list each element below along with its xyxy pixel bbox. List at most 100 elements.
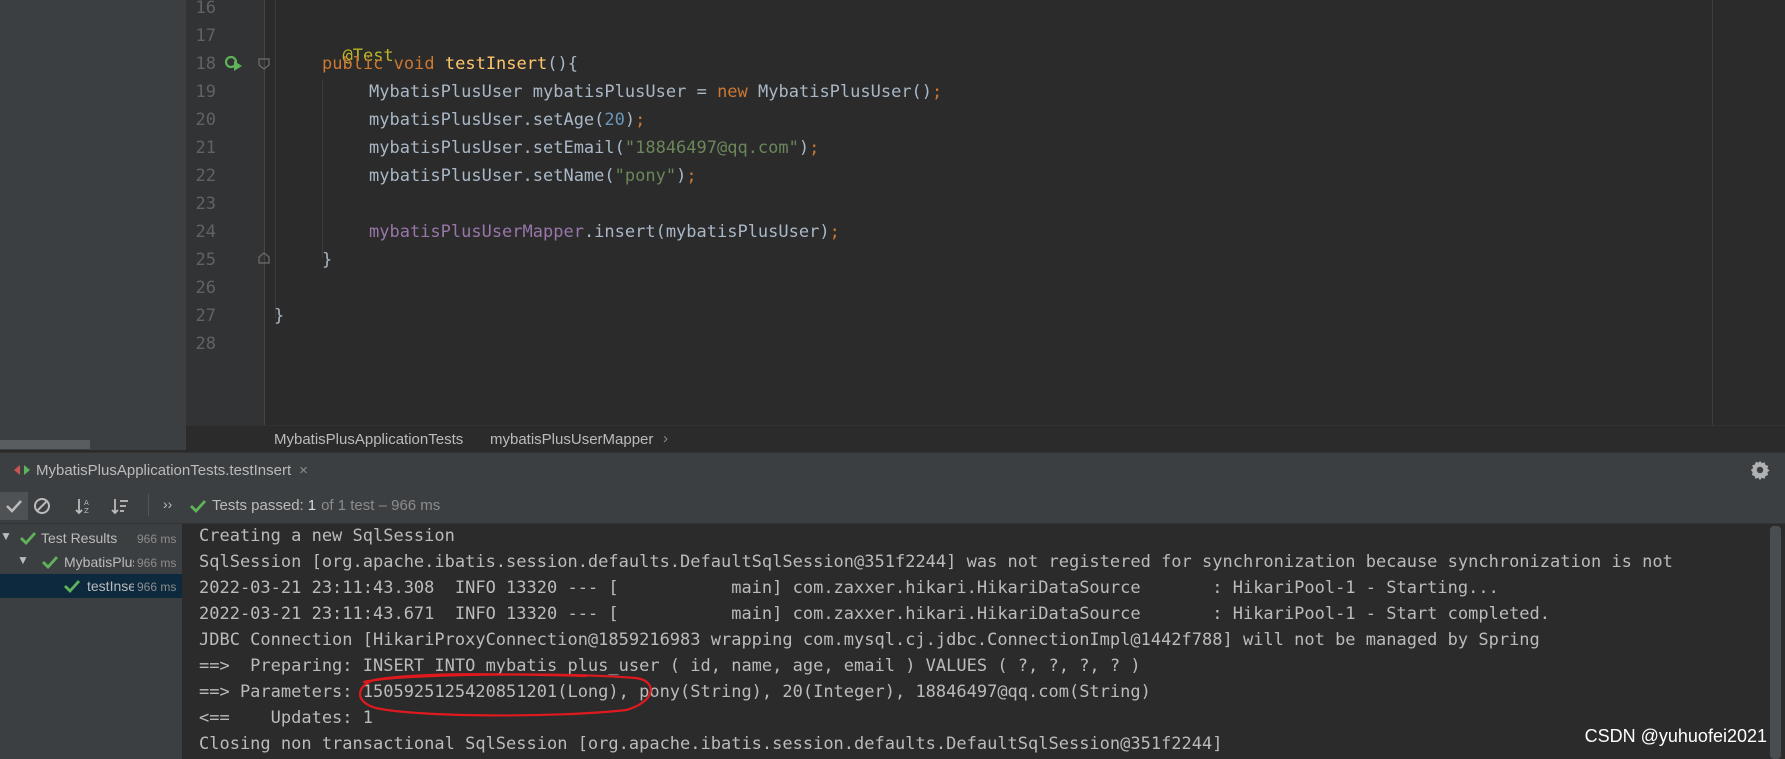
tree-item-time: 966 ms xyxy=(137,556,177,570)
passed-check-icon xyxy=(20,532,36,545)
sort-duration-icon xyxy=(111,499,128,515)
console-line: 2022-03-21 23:11:43.308 INFO 13320 --- [… xyxy=(199,578,1499,598)
line-number: 24 xyxy=(195,222,216,242)
closing-brace: } xyxy=(322,250,333,270)
console-line: ==> Parameters: 1505925125420851201(Long… xyxy=(199,682,1151,702)
console-line: ==> Preparing: INSERT INTO mybatis_plus_… xyxy=(199,656,1141,676)
console-line: Closing non transactional SqlSession [or… xyxy=(199,734,1223,754)
project-panel-scrollbar[interactable] xyxy=(0,440,90,449)
code-line-18[interactable]: public void testInsert(){ xyxy=(322,54,578,74)
sort-alphabetically-button[interactable]: AZ xyxy=(70,492,98,520)
expand-arrow-icon[interactable]: ▼ xyxy=(17,553,29,567)
tree-item-test-class[interactable]: ▼ MybatisPlusApplicationTests 966 ms xyxy=(0,550,182,574)
show-ignored-button[interactable] xyxy=(28,492,56,520)
indent-guide xyxy=(322,80,323,258)
passed-check-icon xyxy=(64,580,80,593)
punctuation: ) xyxy=(624,110,636,130)
code-line-22[interactable]: mybatisPlusUser.setName("pony"); xyxy=(369,166,697,186)
line-number: 26 xyxy=(195,278,216,298)
variable-name: mybatisPlusUser xyxy=(532,82,687,102)
tree-item-label: testInsert xyxy=(87,578,134,594)
operator: = xyxy=(696,82,707,102)
status-count: 1 xyxy=(307,497,317,514)
watermark: CSDN @yuhuofei2021 xyxy=(1584,726,1767,746)
console-line: Creating a new SqlSession xyxy=(199,526,455,546)
semicolon: ; xyxy=(829,222,840,242)
line-number: 18 xyxy=(195,54,216,74)
line-number: 27 xyxy=(195,306,216,326)
run-tab[interactable]: MybatisPlusApplicationTests.testInsert × xyxy=(0,453,308,488)
console-scrollbar-thumb[interactable] xyxy=(1770,526,1781,759)
run-test-icon[interactable] xyxy=(224,54,244,72)
console-line: SqlSession [org.apache.ibatis.session.de… xyxy=(199,552,1673,572)
breadcrumb-class[interactable]: MybatisPlusApplicationTests xyxy=(274,431,463,448)
breadcrumb-member[interactable]: mybatisPlusUserMapper xyxy=(490,431,653,448)
sort-by-duration-button[interactable] xyxy=(106,492,134,520)
punctuation: ) xyxy=(798,138,810,158)
more-actions-button[interactable]: ›› xyxy=(163,496,172,512)
close-icon[interactable]: × xyxy=(299,462,308,479)
closing-brace: } xyxy=(274,306,285,326)
tree-item-label: MybatisPlusApplicationTests xyxy=(64,554,134,570)
console-output[interactable]: Creating a new SqlSession SqlSession [or… xyxy=(183,524,1768,759)
semicolon: ; xyxy=(686,166,697,186)
keyword: new xyxy=(717,82,748,102)
tree-item-test-method[interactable]: testInsert 966 ms xyxy=(0,574,182,598)
line-number: 23 xyxy=(195,194,216,214)
console-line: <== Updates: 1 xyxy=(199,708,373,728)
test-runner-toolbar: AZ ›› Tests passed: 1 of 1 test – 966 ms xyxy=(0,488,1785,524)
code-line-21[interactable]: mybatisPlusUser.setEmail("18846497@qq.co… xyxy=(369,138,819,158)
check-icon xyxy=(6,500,22,513)
method-call: .insert(mybatisPlusUser) xyxy=(583,222,830,242)
code-line-25[interactable]: } xyxy=(322,250,332,270)
passed-check-icon xyxy=(42,556,58,569)
breadcrumb: MybatisPlusApplicationTests › mybatisPlu… xyxy=(186,425,1785,453)
test-results-tree: ▼ Test Results 966 ms ▼ MybatisPlusAppli… xyxy=(0,524,182,759)
method-call: mybatisPlusUser.setAge( xyxy=(369,110,605,130)
punctuation: ) xyxy=(676,166,687,186)
line-number: 19 xyxy=(195,82,216,102)
line-number: 28 xyxy=(195,334,216,354)
type-name: MybatisPlusUser xyxy=(369,82,523,102)
code-line-20[interactable]: mybatisPlusUser.setAge(20); xyxy=(369,110,645,130)
code-line-24[interactable]: mybatisPlusUserMapper.insert(mybatisPlus… xyxy=(369,222,840,242)
gear-icon[interactable] xyxy=(1749,459,1771,481)
passed-check-icon xyxy=(190,499,206,513)
expand-arrow-icon[interactable]: ▼ xyxy=(0,529,12,543)
show-passed-button[interactable] xyxy=(0,492,28,520)
fold-marker-icon[interactable] xyxy=(258,58,270,70)
fold-marker-icon[interactable] xyxy=(258,252,270,264)
svg-text:A: A xyxy=(84,499,89,507)
right-margin-guide xyxy=(1712,0,1713,425)
line-number: 17 xyxy=(195,26,216,46)
run-tab-title: MybatisPlusApplicationTests.testInsert xyxy=(36,462,292,479)
keyword: public xyxy=(322,54,384,74)
tree-item-time: 966 ms xyxy=(137,580,177,594)
semicolon: ; xyxy=(932,82,943,102)
line-number: 21 xyxy=(195,138,216,158)
code-line-19[interactable]: MybatisPlusUser mybatisPlusUser = new My… xyxy=(369,82,942,102)
tree-item-test-results[interactable]: ▼ Test Results 966 ms xyxy=(0,526,182,550)
breadcrumb-separator: › xyxy=(663,430,668,447)
test-status: Tests passed: 1 of 1 test – 966 ms xyxy=(190,497,440,514)
toolbar-separator xyxy=(148,494,149,516)
ignored-icon xyxy=(34,498,50,514)
sort-alpha-icon: AZ xyxy=(75,499,89,515)
run-tab-bar: MybatisPlusApplicationTests.testInsert × xyxy=(0,452,1785,489)
svg-text:Z: Z xyxy=(84,507,89,515)
punctuation: (){ xyxy=(547,54,578,74)
semicolon: ; xyxy=(635,110,646,130)
method-name: testInsert xyxy=(444,54,548,74)
string-literal: "18846497@qq.com" xyxy=(624,138,799,158)
constructor-call: MybatisPlusUser() xyxy=(758,82,933,102)
tree-item-label: Test Results xyxy=(41,530,118,546)
status-label: Tests passed: xyxy=(212,497,304,514)
keyword: void xyxy=(393,54,435,74)
line-number: 16 xyxy=(195,0,216,18)
code-line-27[interactable]: } xyxy=(274,306,284,326)
status-detail: of 1 test – 966 ms xyxy=(321,497,441,514)
method-call: mybatisPlusUser.setName( xyxy=(369,166,615,186)
console-line: 2022-03-21 23:11:43.671 INFO 13320 --- [… xyxy=(199,604,1551,624)
project-panel-strip xyxy=(0,0,186,450)
tree-item-time: 966 ms xyxy=(137,532,177,546)
